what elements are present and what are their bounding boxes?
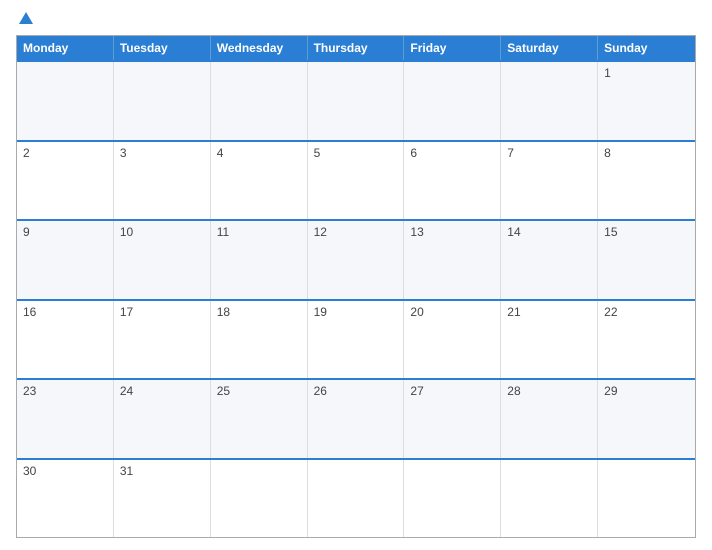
day-number: 30 (23, 464, 107, 478)
header-sunday: Sunday (598, 36, 695, 60)
day-cell: 29 (598, 380, 695, 458)
day-number: 22 (604, 305, 689, 319)
day-number: 13 (410, 225, 494, 239)
day-cell: 2 (17, 142, 114, 220)
day-number: 14 (507, 225, 591, 239)
day-number: 31 (120, 464, 204, 478)
day-number: 1 (604, 66, 689, 80)
day-number: 15 (604, 225, 689, 239)
week-row-2: 2345678 (17, 140, 695, 220)
day-cell: 22 (598, 301, 695, 379)
day-cell (211, 460, 308, 538)
week-row-6: 30 31 (17, 458, 695, 538)
day-cell: 24 (114, 380, 211, 458)
day-cell: 10 (114, 221, 211, 299)
day-headers-row: Monday Tuesday Wednesday Thursday Friday… (17, 36, 695, 60)
day-number: 16 (23, 305, 107, 319)
header-friday: Friday (404, 36, 501, 60)
logo-blue-row (16, 12, 33, 25)
day-cell: 8 (598, 142, 695, 220)
header-wednesday: Wednesday (211, 36, 308, 60)
weeks-container: 1234567891011121314151617181920212223242… (17, 60, 695, 537)
day-cell: 19 (308, 301, 405, 379)
day-cell: 12 (308, 221, 405, 299)
day-cell (211, 62, 308, 140)
day-number: 9 (23, 225, 107, 239)
day-cell: 30 (17, 460, 114, 538)
day-number: 17 (120, 305, 204, 319)
day-cell: 27 (404, 380, 501, 458)
day-number: 26 (314, 384, 398, 398)
week-row-3: 9 10 11 12 13 14 15 (17, 219, 695, 299)
header-monday: Monday (17, 36, 114, 60)
day-cell: 23 (17, 380, 114, 458)
day-number: 25 (217, 384, 301, 398)
day-cell: 5 (308, 142, 405, 220)
day-cell: 17 (114, 301, 211, 379)
logo-triangle-icon (19, 12, 33, 24)
day-number: 7 (507, 146, 591, 160)
day-number: 27 (410, 384, 494, 398)
day-cell (598, 460, 695, 538)
day-cell: 13 (404, 221, 501, 299)
calendar-container: Monday Tuesday Wednesday Thursday Friday… (0, 0, 712, 550)
header-thursday: Thursday (308, 36, 405, 60)
header-saturday: Saturday (501, 36, 598, 60)
day-number: 6 (410, 146, 494, 160)
day-cell: 18 (211, 301, 308, 379)
day-cell: 9 (17, 221, 114, 299)
day-cell: 16 (17, 301, 114, 379)
day-number: 8 (604, 146, 689, 160)
day-number: 20 (410, 305, 494, 319)
logo (16, 12, 33, 25)
day-number: 23 (23, 384, 107, 398)
day-cell: 7 (501, 142, 598, 220)
day-cell (501, 460, 598, 538)
calendar-grid: Monday Tuesday Wednesday Thursday Friday… (16, 35, 696, 538)
day-cell: 11 (211, 221, 308, 299)
day-number: 11 (217, 225, 301, 239)
day-cell: 26 (308, 380, 405, 458)
day-number: 12 (314, 225, 398, 239)
day-cell: 14 (501, 221, 598, 299)
day-cell: 15 (598, 221, 695, 299)
day-cell (501, 62, 598, 140)
day-cell: 3 (114, 142, 211, 220)
day-number: 10 (120, 225, 204, 239)
day-cell (308, 62, 405, 140)
day-cell (404, 460, 501, 538)
day-number: 5 (314, 146, 398, 160)
day-number: 3 (120, 146, 204, 160)
week-row-1: 1 (17, 60, 695, 140)
day-number: 21 (507, 305, 591, 319)
day-cell: 31 (114, 460, 211, 538)
day-number: 18 (217, 305, 301, 319)
day-cell (308, 460, 405, 538)
day-cell (404, 62, 501, 140)
day-cell: 4 (211, 142, 308, 220)
day-number: 24 (120, 384, 204, 398)
week-row-5: 23 24 25 26 27 28 29 (17, 378, 695, 458)
week-row-4: 16 17 18 19 20 21 22 (17, 299, 695, 379)
day-cell: 1 (598, 62, 695, 140)
day-number: 28 (507, 384, 591, 398)
day-number: 4 (217, 146, 301, 160)
calendar-header (16, 12, 696, 25)
day-number: 19 (314, 305, 398, 319)
day-cell: 25 (211, 380, 308, 458)
day-cell (114, 62, 211, 140)
day-cell: 28 (501, 380, 598, 458)
day-cell (17, 62, 114, 140)
header-tuesday: Tuesday (114, 36, 211, 60)
day-cell: 21 (501, 301, 598, 379)
day-cell: 6 (404, 142, 501, 220)
day-number: 29 (604, 384, 689, 398)
day-cell: 20 (404, 301, 501, 379)
day-number: 2 (23, 146, 107, 160)
